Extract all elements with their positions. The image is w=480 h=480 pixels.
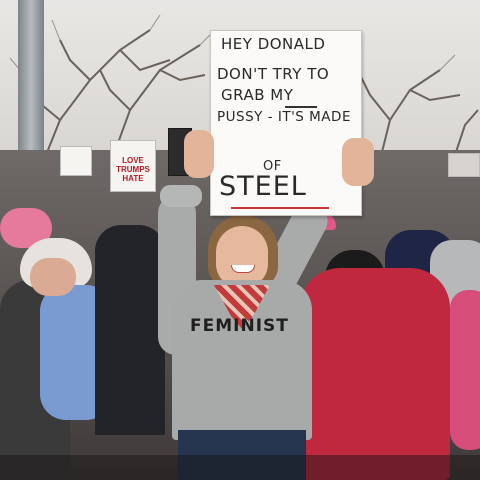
ground-shadow — [0, 455, 480, 480]
background-sign-left-text: LOVE TRUMPS HATE — [116, 156, 150, 183]
sign-line-6: STEEL — [219, 171, 307, 202]
woman-left-hand — [184, 130, 214, 178]
person-pink-right-edge — [450, 290, 480, 450]
person-older-face — [30, 258, 76, 296]
woman-left-cuff — [160, 185, 202, 207]
person-dark-coat-middle — [95, 225, 165, 435]
sign-red-underline — [231, 207, 329, 209]
sign-underline-my — [285, 106, 317, 108]
handwritten-protest-sign: HEY DONALD DON'T TRY TO GRAB MY PUSSY - … — [210, 30, 362, 216]
background-sign-left: LOVE TRUMPS HATE — [110, 140, 156, 192]
background-sign-right — [448, 153, 480, 177]
sweatshirt-text: FEMINIST — [190, 316, 289, 336]
woman-face — [216, 226, 268, 288]
background-sign-top-left — [60, 146, 92, 176]
sign-line-3: GRAB MY — [221, 86, 294, 104]
sign-line-4: PUSSY - IT'S MADE — [217, 109, 351, 125]
sign-line-1: HEY DONALD — [221, 35, 326, 53]
sign-line-2: DON'T TRY TO — [217, 65, 330, 83]
person-pink-coat — [300, 268, 450, 480]
protest-photo: LOVE TRUMPS HATE FEMINIST HEY DONALD DON… — [0, 0, 480, 480]
woman-right-hand — [342, 138, 374, 186]
